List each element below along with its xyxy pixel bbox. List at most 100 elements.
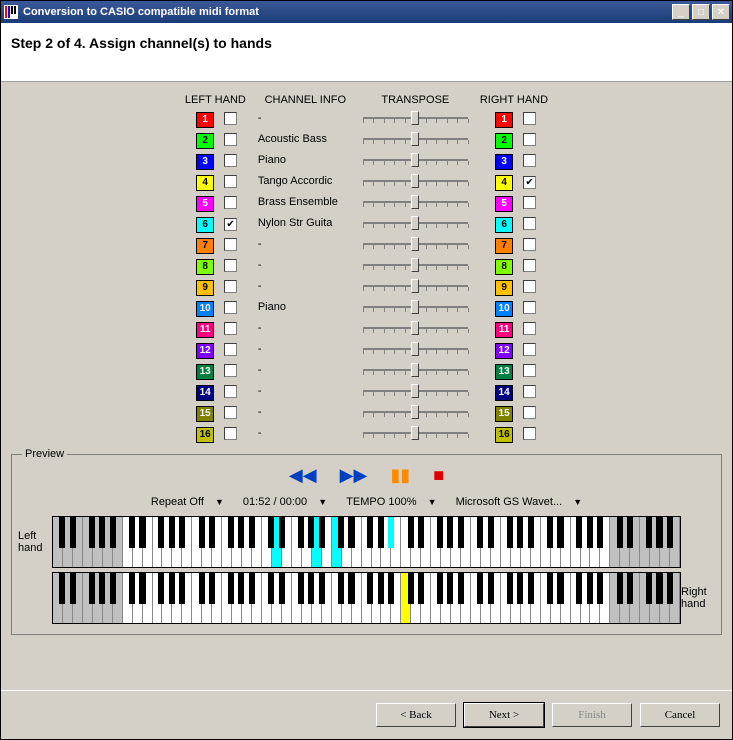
playback-info: Repeat Off ▼ 01:52 / 00:00 ▼ TEMPO 100% … (18, 496, 715, 508)
minimize-button[interactable]: _ (672, 4, 690, 20)
left-hand-checkbox[interactable] (224, 175, 237, 188)
transpose-slider[interactable] (363, 405, 468, 419)
right-hand-checkbox[interactable] (523, 322, 536, 335)
transpose-slider[interactable] (363, 426, 468, 440)
transpose-slider[interactable] (363, 174, 468, 188)
left-hand-checkbox[interactable] (224, 259, 237, 272)
transpose-slider[interactable] (363, 111, 468, 125)
transpose-slider[interactable] (363, 237, 468, 251)
content-area: LEFT HAND CHANNEL INFO TRANSPOSE RIGHT H… (1, 82, 732, 690)
next-button[interactable]: Next > (464, 703, 544, 727)
device-dropdown[interactable]: Microsoft GS Wavet... ▼ (452, 496, 587, 508)
left-hand-checkbox[interactable] (224, 196, 237, 209)
channel-row: 13-13 (179, 362, 554, 381)
left-hand-checkbox[interactable] (224, 322, 237, 335)
right-hand-checkbox[interactable] (523, 406, 536, 419)
header-right-hand: RIGHT HAND (474, 92, 554, 108)
transpose-slider[interactable] (363, 384, 468, 398)
channel-table: LEFT HAND CHANNEL INFO TRANSPOSE RIGHT H… (177, 90, 556, 446)
left-hand-label: Left hand (18, 530, 52, 554)
left-hand-checkbox[interactable]: ✔ (224, 218, 237, 231)
left-hand-checkbox[interactable] (224, 301, 237, 314)
app-icon (3, 4, 19, 20)
preview-label: Preview (22, 448, 67, 460)
right-hand-checkbox[interactable] (523, 196, 536, 209)
right-channel-badge: 5 (495, 196, 513, 212)
left-channel-badge: 8 (196, 259, 214, 275)
right-hand-checkbox[interactable] (523, 280, 536, 293)
channel-row: 15-15 (179, 404, 554, 423)
right-hand-checkbox[interactable] (523, 133, 536, 146)
channel-row: 10Piano10 (179, 299, 554, 318)
channel-row: 2Acoustic Bass2 (179, 131, 554, 150)
left-hand-checkbox[interactable] (224, 112, 237, 125)
right-hand-checkbox[interactable] (523, 217, 536, 230)
transport-controls: ◀◀ ▶▶ ▮▮ ■ (18, 465, 715, 486)
right-hand-checkbox[interactable] (523, 238, 536, 251)
left-hand-checkbox[interactable] (224, 133, 237, 146)
left-hand-checkbox[interactable] (224, 238, 237, 251)
right-hand-checkbox[interactable] (523, 301, 536, 314)
time-dropdown[interactable]: 01:52 / 00:00 ▼ (239, 496, 331, 508)
transpose-slider[interactable] (363, 258, 468, 272)
right-channel-badge: 14 (495, 385, 513, 401)
left-hand-checkbox[interactable] (224, 280, 237, 293)
transpose-slider[interactable] (363, 321, 468, 335)
left-hand-checkbox[interactable] (224, 343, 237, 356)
left-channel-badge: 4 (196, 175, 214, 191)
finish-button[interactable]: Finish (552, 703, 632, 727)
right-channel-badge: 2 (495, 133, 513, 149)
right-channel-badge: 10 (495, 301, 513, 317)
transpose-slider[interactable] (363, 342, 468, 356)
tempo-dropdown[interactable]: TEMPO 100% ▼ (342, 496, 440, 508)
channel-row: 12 - 12 (179, 341, 554, 360)
right-channel-badge: 12 (495, 343, 513, 359)
left-hand-checkbox[interactable] (224, 427, 237, 440)
channel-info-text: - (258, 322, 353, 334)
left-channel-badge: 1 (196, 112, 214, 128)
main-window: Conversion to CASIO compatible midi form… (0, 0, 733, 740)
right-hand-row: Right hand (18, 572, 715, 624)
left-channel-badge: 7 (196, 238, 214, 254)
right-hand-checkbox[interactable] (523, 385, 536, 398)
back-button[interactable]: < Back (376, 703, 456, 727)
left-hand-checkbox[interactable] (224, 385, 237, 398)
transpose-slider[interactable] (363, 216, 468, 230)
rewind-button[interactable]: ◀◀ (289, 465, 317, 486)
repeat-dropdown[interactable]: Repeat Off ▼ (147, 496, 228, 508)
channel-row: 4Tango Accordic4✔ (179, 173, 554, 192)
preview-group: Preview ◀◀ ▶▶ ▮▮ ■ Repeat Off ▼ 01:52 / … (11, 454, 722, 635)
left-channel-badge: 12 (196, 343, 214, 359)
stop-button[interactable]: ■ (433, 465, 444, 486)
right-hand-checkbox[interactable] (523, 112, 536, 125)
transpose-slider[interactable] (363, 153, 468, 167)
channel-info-text: - (258, 238, 353, 250)
transpose-slider[interactable] (363, 363, 468, 377)
channel-row: 6✔Nylon Str Guita6 (179, 215, 554, 234)
channel-info-text: - (258, 112, 353, 124)
transpose-slider[interactable] (363, 132, 468, 146)
transpose-slider[interactable] (363, 279, 468, 293)
right-hand-checkbox[interactable] (523, 343, 536, 356)
transpose-slider[interactable] (363, 195, 468, 209)
right-hand-checkbox[interactable] (523, 259, 536, 272)
right-hand-checkbox[interactable]: ✔ (523, 176, 536, 189)
titlebar: Conversion to CASIO compatible midi form… (1, 1, 732, 23)
right-hand-checkbox[interactable] (523, 154, 536, 167)
left-hand-checkbox[interactable] (224, 364, 237, 377)
channel-info-text: - (258, 343, 353, 355)
cancel-button[interactable]: Cancel (640, 703, 720, 727)
left-hand-checkbox[interactable] (224, 406, 237, 419)
left-channel-badge: 15 (196, 406, 214, 422)
right-hand-checkbox[interactable] (523, 427, 536, 440)
close-button[interactable]: ✕ (712, 4, 730, 20)
channel-info-text: Piano (258, 301, 353, 313)
maximize-button[interactable]: □ (692, 4, 710, 20)
transpose-slider[interactable] (363, 300, 468, 314)
left-hand-checkbox[interactable] (224, 154, 237, 167)
right-hand-checkbox[interactable] (523, 364, 536, 377)
pause-button[interactable]: ▮▮ (390, 465, 410, 486)
forward-button[interactable]: ▶▶ (340, 465, 368, 486)
right-hand-keyboard (52, 572, 681, 624)
header-left-hand: LEFT HAND (179, 92, 252, 108)
